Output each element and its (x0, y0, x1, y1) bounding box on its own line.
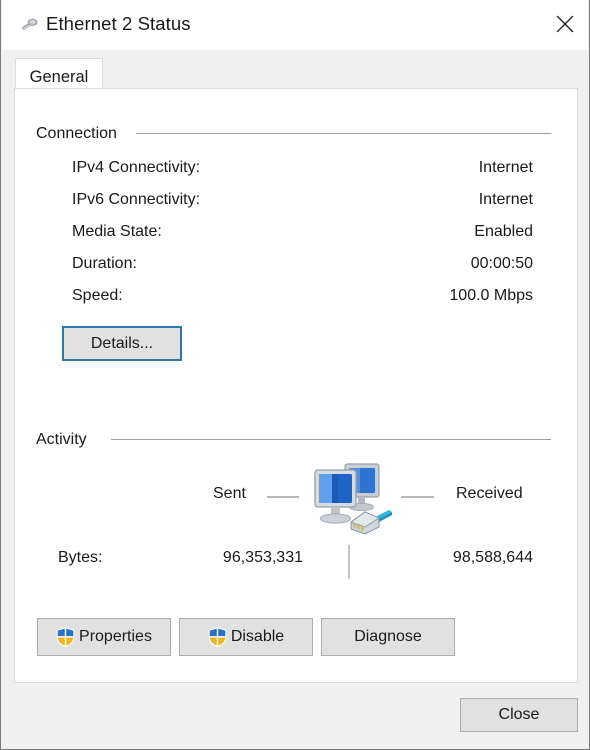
uac-shield-icon (208, 627, 227, 647)
duration-value: 00:00:50 (470, 255, 533, 272)
activity-group-divider (111, 439, 551, 440)
bytes-received-value: 98,588,644 (452, 549, 533, 566)
ipv4-connectivity-value: Internet (478, 159, 533, 176)
close-button-label: Close (498, 706, 540, 723)
disable-button[interactable]: Disable (179, 618, 313, 656)
activity-group-label: Activity (36, 431, 87, 448)
sent-label: Sent (213, 485, 246, 502)
title-bar: Ethernet 2 Status (2, 0, 588, 51)
properties-button[interactable]: Properties (37, 618, 171, 656)
general-tab-panel: Connection IPv4 Connectivity: Internet I… (14, 88, 578, 683)
connection-group-label: Connection (36, 125, 117, 142)
bytes-sent-value: 96,353,331 (222, 549, 303, 566)
uac-shield-icon (56, 627, 75, 647)
speed-value: 100.0 Mbps (449, 287, 533, 304)
duration-label: Duration: (72, 255, 137, 272)
diagnose-button-label: Diagnose (354, 628, 422, 645)
ipv6-connectivity-value: Internet (478, 191, 533, 208)
ipv6-connectivity-label: IPv6 Connectivity: (72, 191, 201, 208)
disable-button-label: Disable (230, 628, 285, 645)
bytes-label: Bytes: (58, 549, 103, 566)
ipv4-connectivity-label: IPv4 Connectivity: (72, 159, 201, 176)
sent-connector-line (267, 496, 299, 498)
ethernet-status-dialog: Ethernet 2 Status General Connection IPv… (0, 0, 590, 750)
details-button[interactable]: Details... (62, 326, 182, 361)
tab-general-label: General (29, 67, 89, 86)
close-icon[interactable] (542, 0, 588, 48)
received-connector-line (401, 496, 434, 498)
speed-label: Speed: (72, 287, 123, 304)
computer-network-icon (307, 458, 393, 540)
received-label: Received (456, 485, 523, 502)
media-state-value: Enabled (474, 223, 533, 240)
diagnose-button[interactable]: Diagnose (321, 618, 455, 656)
close-button[interactable]: Close (460, 698, 578, 732)
window-title: Ethernet 2 Status (46, 13, 191, 34)
activity-center-divider (348, 545, 350, 579)
connection-group-divider (136, 133, 551, 134)
network-cable-icon (21, 17, 39, 33)
properties-button-label: Properties (79, 628, 152, 645)
media-state-label: Media State: (72, 223, 162, 240)
details-button-label: Details... (90, 334, 154, 352)
